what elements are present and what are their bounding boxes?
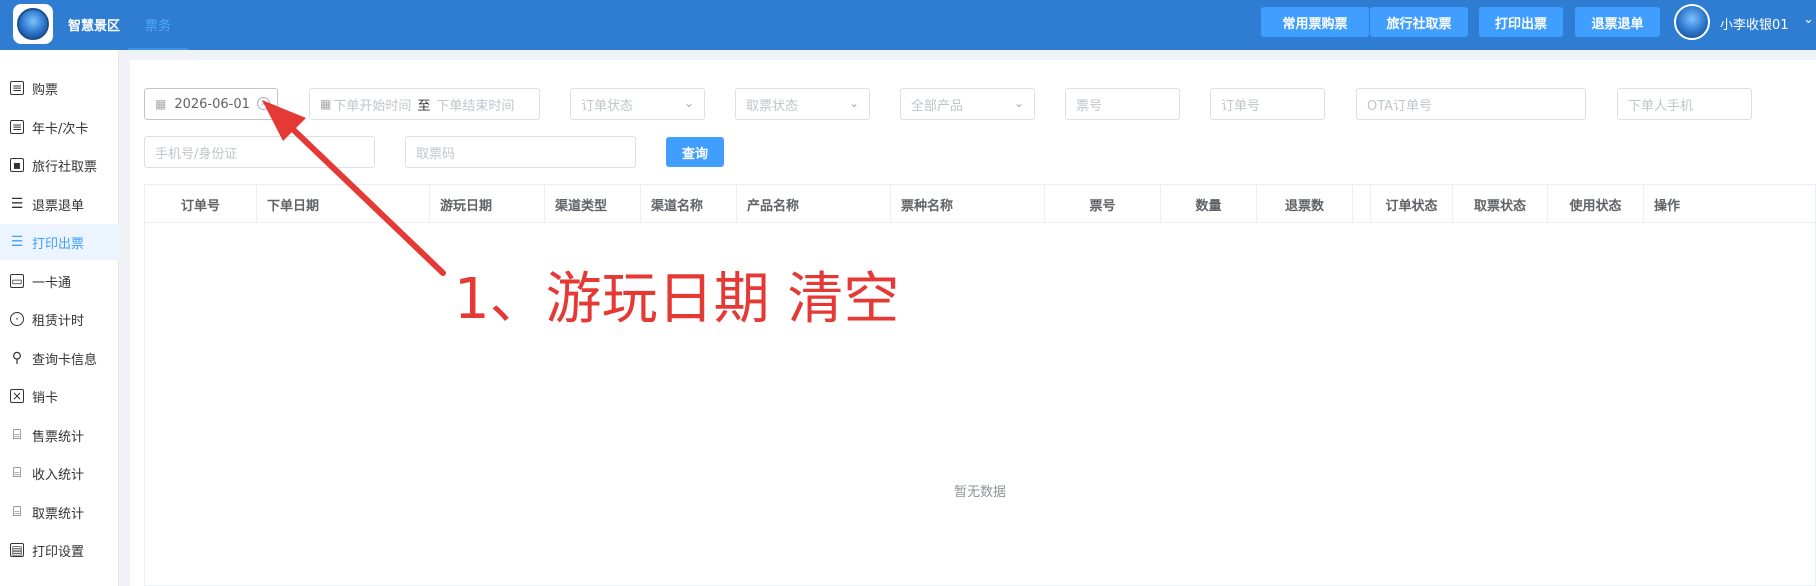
col-order-status: 订单状态 xyxy=(1371,185,1453,223)
col-order-no: 订单号 xyxy=(145,185,257,223)
calendar-icon: ▦ xyxy=(320,97,332,111)
order-start-input[interactable]: 下单开始时间 xyxy=(333,95,411,114)
top-bar: 智慧景区 票务 常用票购票 旅行社取票 打印出票 退票退单 小李收银01 ⌄ xyxy=(0,0,1816,50)
play-date-value: 2026-06-01 xyxy=(174,96,250,112)
sidebar-item-all-in-one-card[interactable]: ▭ 一卡通 xyxy=(0,263,119,299)
col-play-date: 游玩日期 xyxy=(430,185,545,223)
col-quantity: 数量 xyxy=(1161,185,1257,223)
sliders-icon: ☰ xyxy=(10,234,24,250)
buyer-phone-input[interactable]: 下单人手机 xyxy=(1617,88,1752,120)
user-name[interactable]: 小李收银01 xyxy=(1720,14,1789,33)
col-fixed-gap xyxy=(1353,185,1371,223)
chevron-down-icon: ⌄ xyxy=(1013,96,1024,110)
printer-settings-icon: ▤ xyxy=(10,543,24,557)
sidebar-item-card-query[interactable]: ⚲ 查询卡信息 xyxy=(0,340,119,376)
document-icon: ≡ xyxy=(10,81,24,95)
annotation-text: 1、游玩日期 清空 xyxy=(454,267,900,332)
ota-order-input[interactable]: OTA订单号 xyxy=(1356,88,1586,120)
order-status-select[interactable]: 订单状态 ⌄ xyxy=(570,88,705,120)
ticket-no-input[interactable]: 票号 xyxy=(1065,88,1180,120)
order-no-input[interactable]: 订单号 xyxy=(1210,88,1325,120)
user-icon: ⚲ xyxy=(11,350,23,366)
refund-button[interactable]: 退票退单 xyxy=(1575,7,1660,37)
col-order-date: 下单日期 xyxy=(257,185,430,223)
chevron-down-icon: ⌄ xyxy=(848,96,859,110)
sidebar-item-print-ticket[interactable]: ☰ 打印出票 xyxy=(0,224,119,260)
easel-icon: ⌸ xyxy=(12,465,22,481)
save-icon: ▪ xyxy=(10,158,24,172)
sidebar-item-pickup-stats[interactable]: ⌸ 取票统计 xyxy=(0,494,119,530)
common-ticket-purchase-button[interactable]: 常用票购票 xyxy=(1261,7,1369,37)
stopwatch-icon: · xyxy=(10,312,24,326)
user-avatar[interactable] xyxy=(1674,4,1710,40)
sidebar-item-refund[interactable]: ☰ 退票退单 xyxy=(0,186,119,222)
clear-icon[interactable]: × xyxy=(257,97,270,110)
col-product-name: 产品名称 xyxy=(737,185,891,223)
phone-id-input[interactable]: 手机号/身份证 xyxy=(144,136,375,168)
main-panel: ▦ 2026-06-01 × ▦ 下单开始时间 至 下单结束时间 订单状态 ⌄ … xyxy=(130,60,1816,586)
col-actions: 操作 xyxy=(1654,198,1681,214)
pickup-status-select[interactable]: 取票状态 ⌄ xyxy=(735,88,870,120)
sidebar-item-purchase[interactable]: ≡ 购票 xyxy=(0,70,119,106)
col-ticket-no: 票号 xyxy=(1045,185,1161,223)
col-channel-type: 渠道类型 xyxy=(545,185,641,223)
sidebar-item-print-settings[interactable]: ▤ 打印设置 xyxy=(0,532,119,568)
orders-table: 订单号 下单日期 游玩日期 渠道类型 渠道名称 产品名称 票种名称 票号 数量 … xyxy=(144,184,1816,586)
easel-icon: ⌸ xyxy=(12,427,22,443)
order-end-input[interactable]: 下单结束时间 xyxy=(436,95,514,114)
nav-tab-ticketing[interactable]: 票务 xyxy=(128,0,188,50)
sidebar-item-annual-card[interactable]: ≡ 年卡/次卡 xyxy=(0,109,119,145)
play-date-picker[interactable]: ▦ 2026-06-01 × xyxy=(144,88,278,120)
col-usage-status: 使用状态 xyxy=(1548,185,1644,223)
sidebar-item-rental-timer[interactable]: · 租赁计时 xyxy=(0,301,119,337)
product-select[interactable]: 全部产品 ⌄ xyxy=(900,88,1035,120)
app-name: 智慧景区 xyxy=(68,19,121,34)
easel-icon: ⌸ xyxy=(12,504,22,520)
sidebar-item-cancel-card[interactable]: × 销卡 xyxy=(0,378,119,414)
chevron-down-icon[interactable]: ⌄ xyxy=(1803,12,1814,27)
app-logo[interactable] xyxy=(13,4,53,44)
document-icon: ≡ xyxy=(10,120,24,134)
col-ticket-type: 票种名称 xyxy=(891,185,1045,223)
query-button[interactable]: 查询 xyxy=(666,137,724,167)
sliders-icon: ☰ xyxy=(10,196,24,212)
col-refund-count: 退票数 xyxy=(1257,185,1353,223)
order-date-range[interactable]: ▦ 下单开始时间 至 下单结束时间 xyxy=(309,88,540,120)
print-ticket-button[interactable]: 打印出票 xyxy=(1479,7,1563,37)
range-separator: 至 xyxy=(417,98,431,114)
empty-state: 暂无数据 xyxy=(953,485,1006,500)
travel-agency-pickup-button[interactable]: 旅行社取票 xyxy=(1370,7,1468,37)
sidebar: ≡ 购票 ≡ 年卡/次卡 ▪ 旅行社取票 ☰ 退票退单 ☰ 打印出票 ▭ 一卡通 · 租赁计时… xyxy=(0,50,119,586)
col-channel-name: 渠道名称 xyxy=(641,185,737,223)
logo-emblem-icon xyxy=(17,8,49,40)
chevron-down-icon: ⌄ xyxy=(683,96,694,110)
sidebar-item-sales-stats[interactable]: ⌸ 售票统计 xyxy=(0,417,119,453)
table-header: 订单号 下单日期 游玩日期 渠道类型 渠道名称 产品名称 票种名称 票号 数量 … xyxy=(145,185,1815,223)
card-icon: ▭ xyxy=(10,274,24,288)
col-pickup-status: 取票状态 xyxy=(1453,185,1548,223)
sidebar-item-agency-pickup[interactable]: ▪ 旅行社取票 xyxy=(0,147,119,183)
file-x-icon: × xyxy=(10,389,24,403)
calendar-icon: ▦ xyxy=(155,97,167,111)
sidebar-item-income-stats[interactable]: ⌸ 收入统计 xyxy=(0,455,119,491)
pickup-code-input[interactable]: 取票码 xyxy=(405,136,636,168)
